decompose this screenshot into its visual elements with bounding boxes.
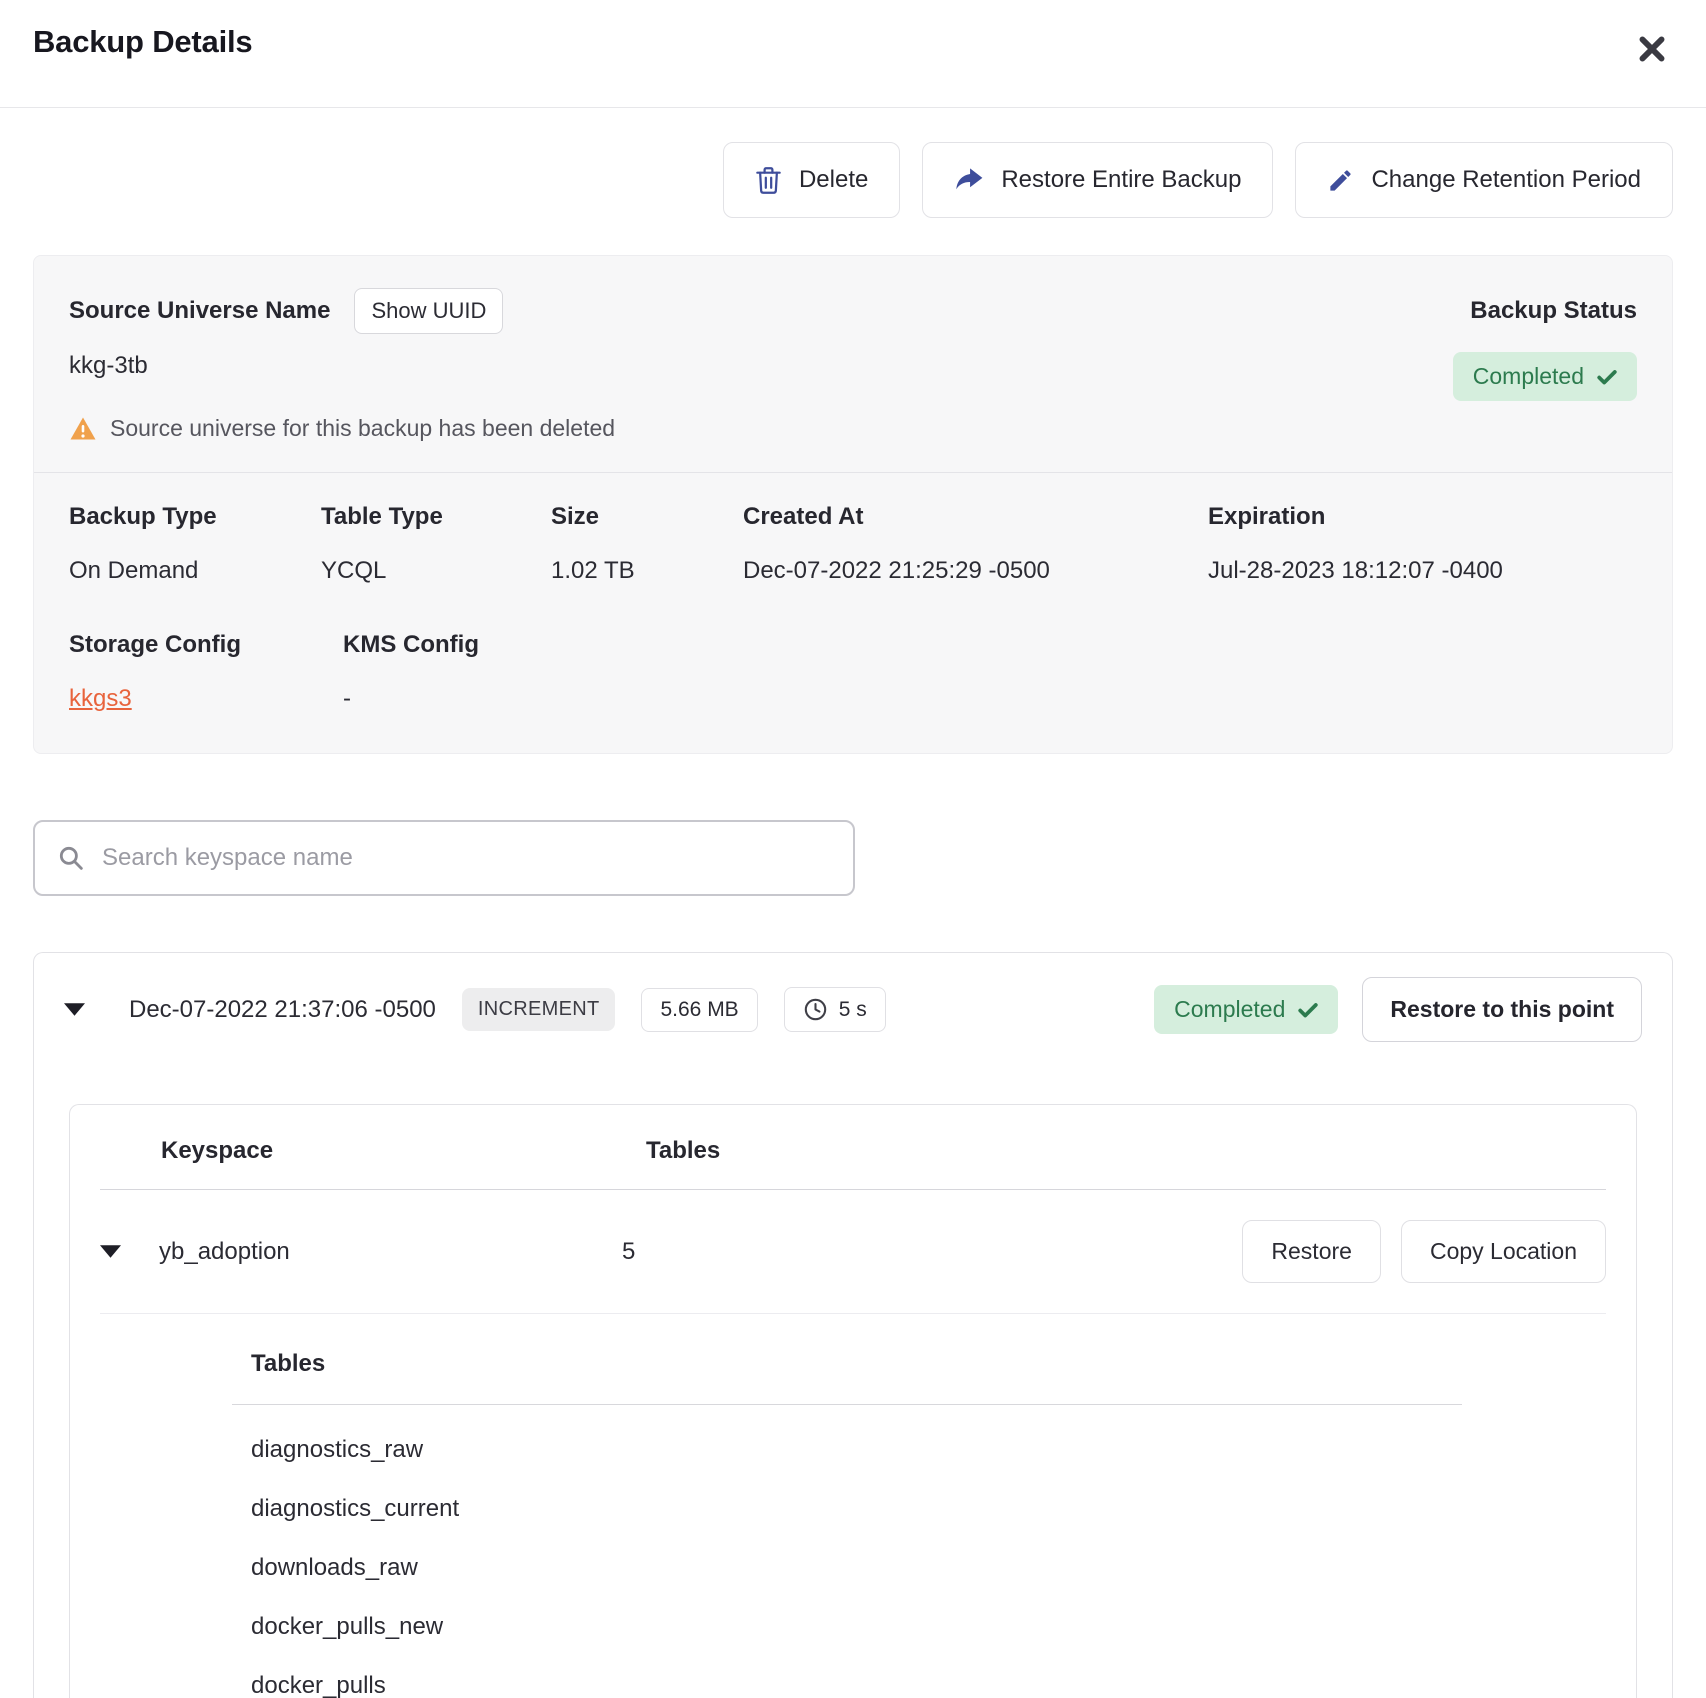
universe-deleted-warning: Source universe for this backup has been… (69, 415, 1637, 442)
table-name-item: docker_pulls (251, 1672, 1636, 1698)
table-name-item: diagnostics_raw (251, 1436, 1636, 1464)
table-name-item: diagnostics_current (251, 1495, 1636, 1523)
clock-icon (803, 997, 828, 1022)
keyspace-column-header: Keyspace (161, 1137, 646, 1165)
kms-config-label: KMS Config (343, 631, 479, 659)
tables-subsection-divider (232, 1404, 1462, 1405)
change-retention-period-button[interactable]: Change Retention Period (1295, 142, 1673, 218)
action-toolbar: Delete Restore Entire Backup Change Rete… (0, 142, 1706, 218)
backup-details-modal: Backup Details Delete (0, 0, 1706, 1698)
size-value: 1.02 TB (551, 557, 635, 584)
table-name-item: docker_pulls_new (251, 1613, 1636, 1641)
forward-arrow-icon (954, 167, 984, 193)
show-uuid-button[interactable]: Show UUID (354, 288, 503, 334)
trash-icon (755, 166, 782, 195)
universe-name: kkg-3tb (69, 352, 148, 380)
keyspace-name: yb_adoption (159, 1238, 622, 1266)
close-button[interactable] (1631, 28, 1673, 70)
created-at-label: Created At (743, 503, 1208, 531)
backup-summary-panel: Source Universe Name Show UUID Backup St… (33, 255, 1673, 754)
keyspace-table-count: 5 (622, 1238, 635, 1266)
table-type-value: YCQL (321, 557, 386, 584)
expiration-value: Jul-28-2023 18:12:07 -0400 (1208, 557, 1503, 584)
increment-expand-toggle[interactable] (64, 1003, 85, 1016)
increment-backup-card: Dec-07-2022 21:37:06 -0500 INCREMENT 5.6… (33, 952, 1673, 1698)
increment-header: Dec-07-2022 21:37:06 -0500 INCREMENT 5.6… (34, 953, 1672, 1066)
restore-to-this-point-button[interactable]: Restore to this point (1362, 977, 1642, 1042)
delete-button-label: Delete (799, 166, 868, 194)
close-icon (1635, 32, 1669, 66)
created-at-value: Dec-07-2022 21:25:29 -0500 (743, 557, 1050, 584)
expiration-label: Expiration (1208, 503, 1637, 531)
restore-entire-backup-label: Restore Entire Backup (1001, 166, 1241, 194)
modal-header: Backup Details (0, 0, 1706, 108)
keyspace-table-card: Keyspace Tables yb_adoption 5 Restore Co… (69, 1104, 1637, 1698)
increment-status-value: Completed (1174, 996, 1285, 1023)
caret-down-icon (64, 1003, 85, 1016)
search-input[interactable] (102, 844, 831, 872)
table-row: yb_adoption 5 Restore Copy Location (70, 1190, 1636, 1313)
increment-timestamp: Dec-07-2022 21:37:06 -0500 (129, 996, 436, 1024)
table-type-label: Table Type (321, 503, 551, 531)
increment-type-badge: INCREMENT (462, 988, 616, 1031)
storage-config-label: Storage Config (69, 631, 343, 659)
tables-column-header: Tables (646, 1137, 720, 1165)
backup-status-badge: Completed (1453, 352, 1637, 401)
keyspace-expand-toggle[interactable] (100, 1245, 121, 1258)
backup-status-label: Backup Status (1470, 297, 1637, 325)
tables-subsection-header: Tables (251, 1350, 325, 1377)
increment-duration-badge: 5 s (784, 987, 886, 1032)
increment-size-badge: 5.66 MB (641, 988, 757, 1032)
backup-status-value: Completed (1473, 363, 1584, 390)
delete-button[interactable]: Delete (723, 142, 900, 218)
warning-text: Source universe for this backup has been… (110, 415, 615, 442)
search-icon (57, 844, 85, 872)
change-retention-period-label: Change Retention Period (1371, 166, 1641, 194)
increment-status-badge: Completed (1154, 985, 1338, 1034)
storage-config-link[interactable]: kkgs3 (69, 685, 132, 712)
backup-type-label: Backup Type (69, 503, 321, 531)
pencil-icon (1327, 167, 1354, 194)
backup-type-value: On Demand (69, 557, 198, 584)
check-icon (1298, 1002, 1318, 1018)
copy-location-button[interactable]: Copy Location (1401, 1220, 1606, 1283)
tables-subsection: Tables diagnostics_raw diagnostics_curre… (70, 1314, 1636, 1698)
table-name-item: downloads_raw (251, 1554, 1636, 1582)
size-label: Size (551, 503, 743, 531)
check-icon (1597, 369, 1617, 385)
source-universe-label: Source Universe Name (69, 297, 330, 325)
page-title: Backup Details (33, 24, 252, 60)
restore-entire-backup-button[interactable]: Restore Entire Backup (922, 142, 1273, 218)
kms-config-value: - (343, 685, 351, 712)
restore-keyspace-button[interactable]: Restore (1242, 1220, 1381, 1283)
keyspace-search (33, 820, 855, 896)
increment-duration-value: 5 s (839, 998, 867, 1022)
caret-down-icon (100, 1245, 121, 1258)
warning-icon (69, 416, 97, 441)
